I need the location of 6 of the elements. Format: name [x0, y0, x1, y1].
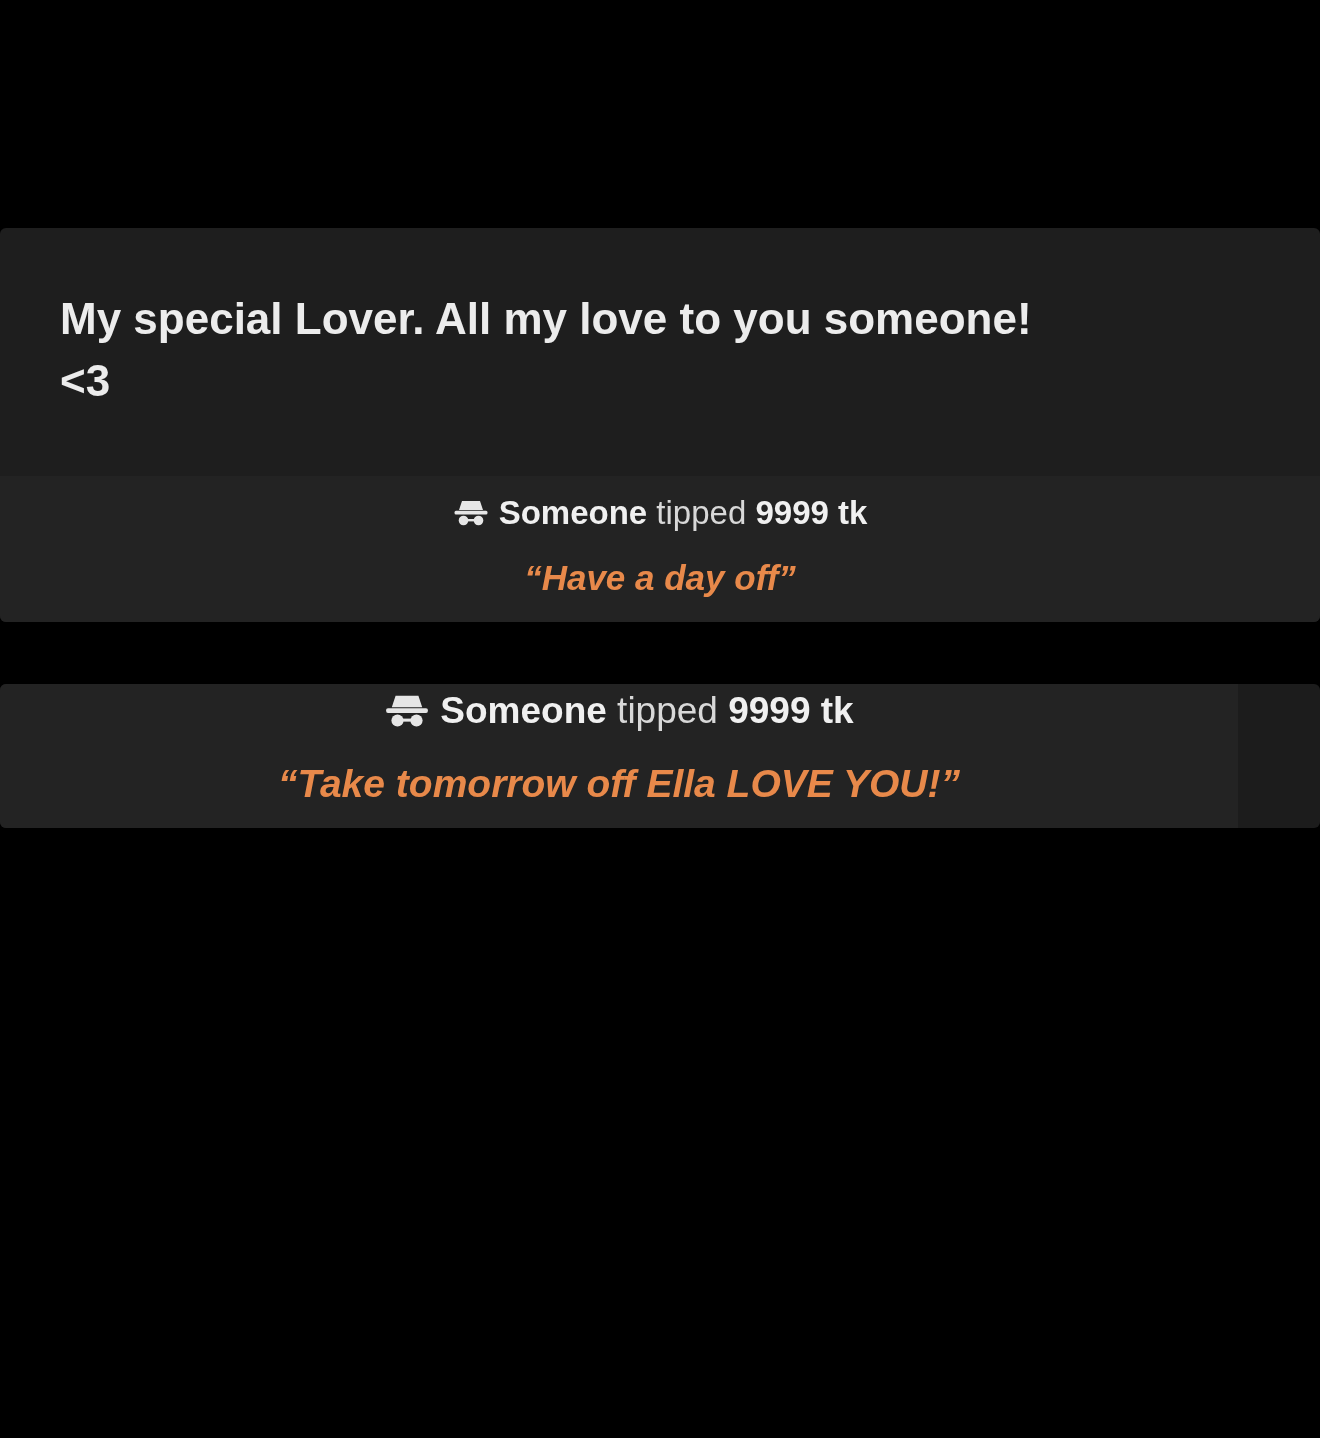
tip-note: “Have a day off” [524, 558, 796, 598]
tip-text: Someone tipped 9999 tk [440, 690, 854, 732]
message-title: My special Lover. All my love to you someone! <3 [59, 293, 1033, 407]
tip-note: “Take tomorrow off Ella LOVE YOU!” [278, 762, 960, 806]
tip-text: Someone tipped 9999 tk [498, 494, 868, 532]
incognito-icon [452, 498, 489, 528]
